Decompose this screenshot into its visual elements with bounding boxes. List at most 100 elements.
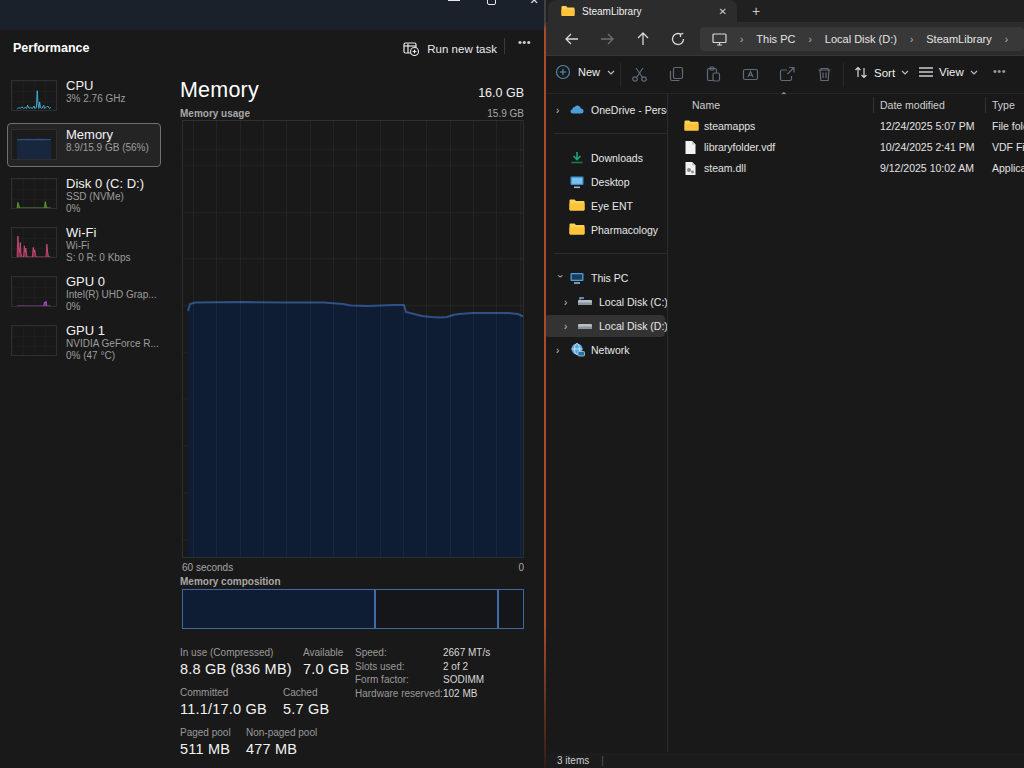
- delete-icon[interactable]: [816, 66, 834, 84]
- column-header-type[interactable]: Type: [992, 99, 1015, 111]
- chevron-down-icon: [970, 70, 978, 75]
- detail-value-hwreserved: 102 MB: [443, 687, 477, 701]
- dll-file-icon: [684, 161, 699, 176]
- memory-usage-max: 15.9 GB: [487, 108, 524, 119]
- cpu-mini-graph: [11, 80, 57, 111]
- graph-axis-60s: 60 seconds: [182, 562, 233, 573]
- cut-icon[interactable]: [631, 66, 649, 84]
- chevron-down-icon: [901, 70, 909, 75]
- stat-value-available: 7.0 GB: [303, 661, 349, 677]
- breadcrumb-chevron: ›: [1005, 34, 1008, 45]
- detail-label-slots: Slots used:: [355, 660, 443, 674]
- tree-item-this-pc[interactable]: › This PC: [543, 266, 667, 290]
- stat-label-pagedpool: Paged pool: [180, 727, 231, 738]
- folder-icon: [561, 5, 575, 17]
- detail-label-hwreserved: Hardware reserved:: [355, 687, 443, 701]
- new-button[interactable]: New: [555, 64, 615, 80]
- memory-mini-graph: [11, 129, 57, 160]
- file-icon: [684, 140, 699, 155]
- column-header-date[interactable]: Date modified: [880, 99, 945, 111]
- refresh-icon[interactable]: [669, 30, 687, 48]
- address-bar[interactable]: › This PC › Local Disk (D:) › SteamLibra…: [700, 27, 1024, 51]
- explorer-tree: › OneDrive - Persona Downloads Deskt: [543, 98, 667, 362]
- forward-icon[interactable]: [598, 30, 616, 48]
- sidebar-item-gpu0[interactable]: GPU 0 Intel(R) UHD Grap... 0%: [0, 270, 170, 312]
- column-separator: [985, 97, 986, 113]
- disk-mini-graph: [11, 178, 57, 209]
- chevron-right-icon[interactable]: ›: [556, 345, 566, 356]
- file-row-libraryfolder[interactable]: libraryfolder.vdf 10/24/2025 2:41 PM VDF…: [668, 137, 1024, 158]
- stat-value-inuse: 8.8 GB (836 MB): [180, 661, 292, 677]
- view-button[interactable]: View: [919, 66, 978, 78]
- tab-title: SteamLibrary: [582, 6, 719, 17]
- sidebar-item-disk0[interactable]: Disk 0 (C: D:) SSD (NVMe) 0%: [0, 172, 170, 214]
- taskmanager-window: ✕ Performance Run new task •••: [0, 0, 541, 768]
- item-count: 3 items: [557, 755, 589, 766]
- composition-inuse-segment[interactable]: [183, 590, 374, 628]
- memory-title: Memory: [180, 78, 259, 103]
- tab-close-icon[interactable]: ✕: [719, 6, 727, 17]
- tree-item-local-disk-c[interactable]: › Local Disk (C:): [543, 290, 667, 314]
- tree-section-divider: [543, 122, 667, 146]
- stat-value-committed: 11.1/17.0 GB: [180, 701, 267, 717]
- sidebar-item-wifi[interactable]: Wi-Fi Wi-Fi S: 0 R: 0 Kbps: [0, 221, 170, 263]
- toolbar-more-button[interactable]: •••: [993, 65, 1006, 77]
- chevron-right-icon[interactable]: ›: [556, 105, 566, 116]
- file-row-steamapps[interactable]: steamapps 12/24/2025 5:07 PM File folder: [668, 116, 1024, 137]
- column-separator: [873, 97, 874, 113]
- minimize-button[interactable]: [448, 0, 460, 1]
- copy-icon[interactable]: [668, 66, 686, 84]
- taskmanager-more-button[interactable]: •••: [518, 36, 531, 48]
- maximize-button[interactable]: [485, 0, 497, 7]
- close-button[interactable]: ✕: [528, 0, 540, 7]
- desktop-icon: [569, 174, 585, 190]
- sort-button[interactable]: Sort: [854, 66, 909, 79]
- explorer-navbar: › This PC › Local Disk (D:) › SteamLibra…: [541, 22, 1024, 56]
- explorer-toolbar: New: [541, 56, 1024, 94]
- gpu1-mini-graph: [11, 325, 57, 356]
- composition-free-segment[interactable]: [499, 590, 523, 628]
- tree-item-onedrive[interactable]: › OneDrive - Persona: [543, 98, 667, 122]
- file-list: ⌃ Name Date modified Type steamapps 12/2…: [668, 94, 1024, 179]
- column-header-name[interactable]: Name: [692, 99, 720, 111]
- breadcrumb-steamlibrary[interactable]: SteamLibrary: [926, 33, 991, 45]
- tree-item-downloads[interactable]: Downloads: [543, 146, 667, 170]
- file-row-steamdll[interactable]: steam.dll 9/12/2025 10:02 AM Application…: [668, 158, 1024, 179]
- sort-ascending-icon: ⌃: [780, 91, 788, 101]
- stat-label-inuse: In use (Compressed): [180, 647, 292, 658]
- stat-label-available: Available: [303, 647, 349, 658]
- breadcrumb-chevron: ›: [808, 34, 811, 45]
- memory-composition-bar: [182, 589, 524, 629]
- chevron-right-icon[interactable]: ›: [564, 321, 574, 332]
- sidebar-item-cpu[interactable]: CPU 3% 2.76 GHz: [0, 74, 170, 116]
- composition-standby-segment[interactable]: [376, 590, 497, 628]
- folder-icon: [569, 222, 585, 238]
- chevron-right-icon[interactable]: ›: [564, 297, 574, 308]
- breadcrumb-chevron: ›: [910, 34, 913, 45]
- paste-icon[interactable]: [705, 66, 723, 84]
- breadcrumb-local-disk-d[interactable]: Local Disk (D:): [825, 33, 897, 45]
- breadcrumb-this-pc[interactable]: This PC: [756, 33, 795, 45]
- run-new-task-icon: [403, 42, 419, 56]
- rename-icon[interactable]: [742, 66, 760, 84]
- back-icon[interactable]: [562, 30, 580, 48]
- chevron-down-icon: [607, 70, 615, 75]
- tree-item-eye-ent[interactable]: Eye ENT: [543, 194, 667, 218]
- share-icon[interactable]: [779, 66, 797, 84]
- chevron-down-icon[interactable]: ›: [555, 274, 566, 284]
- memory-composition-label: Memory composition: [180, 576, 281, 587]
- this-pc-icon: [712, 33, 727, 46]
- new-plus-icon: [555, 64, 571, 80]
- explorer-tab-steamlibrary[interactable]: SteamLibrary ✕: [548, 0, 737, 22]
- sidebar-item-memory[interactable]: Memory 8.9/15.9 GB (56%): [0, 123, 170, 165]
- new-tab-button[interactable]: +: [746, 1, 766, 21]
- this-pc-icon: [569, 270, 585, 286]
- sidebar-item-gpu1[interactable]: GPU 1 NVIDIA GeForce R... 0% (47 °C): [0, 319, 170, 361]
- run-new-task-button[interactable]: Run new task: [403, 42, 497, 56]
- tree-item-desktop[interactable]: Desktop: [543, 170, 667, 194]
- tree-item-pharmacology[interactable]: Pharmacology: [543, 218, 667, 242]
- tree-item-local-disk-d[interactable]: › Local Disk (D:): [543, 314, 667, 338]
- detail-value-speed: 2667 MT/s: [443, 646, 490, 660]
- tree-item-network[interactable]: › Network: [543, 338, 667, 362]
- up-icon[interactable]: [634, 30, 652, 48]
